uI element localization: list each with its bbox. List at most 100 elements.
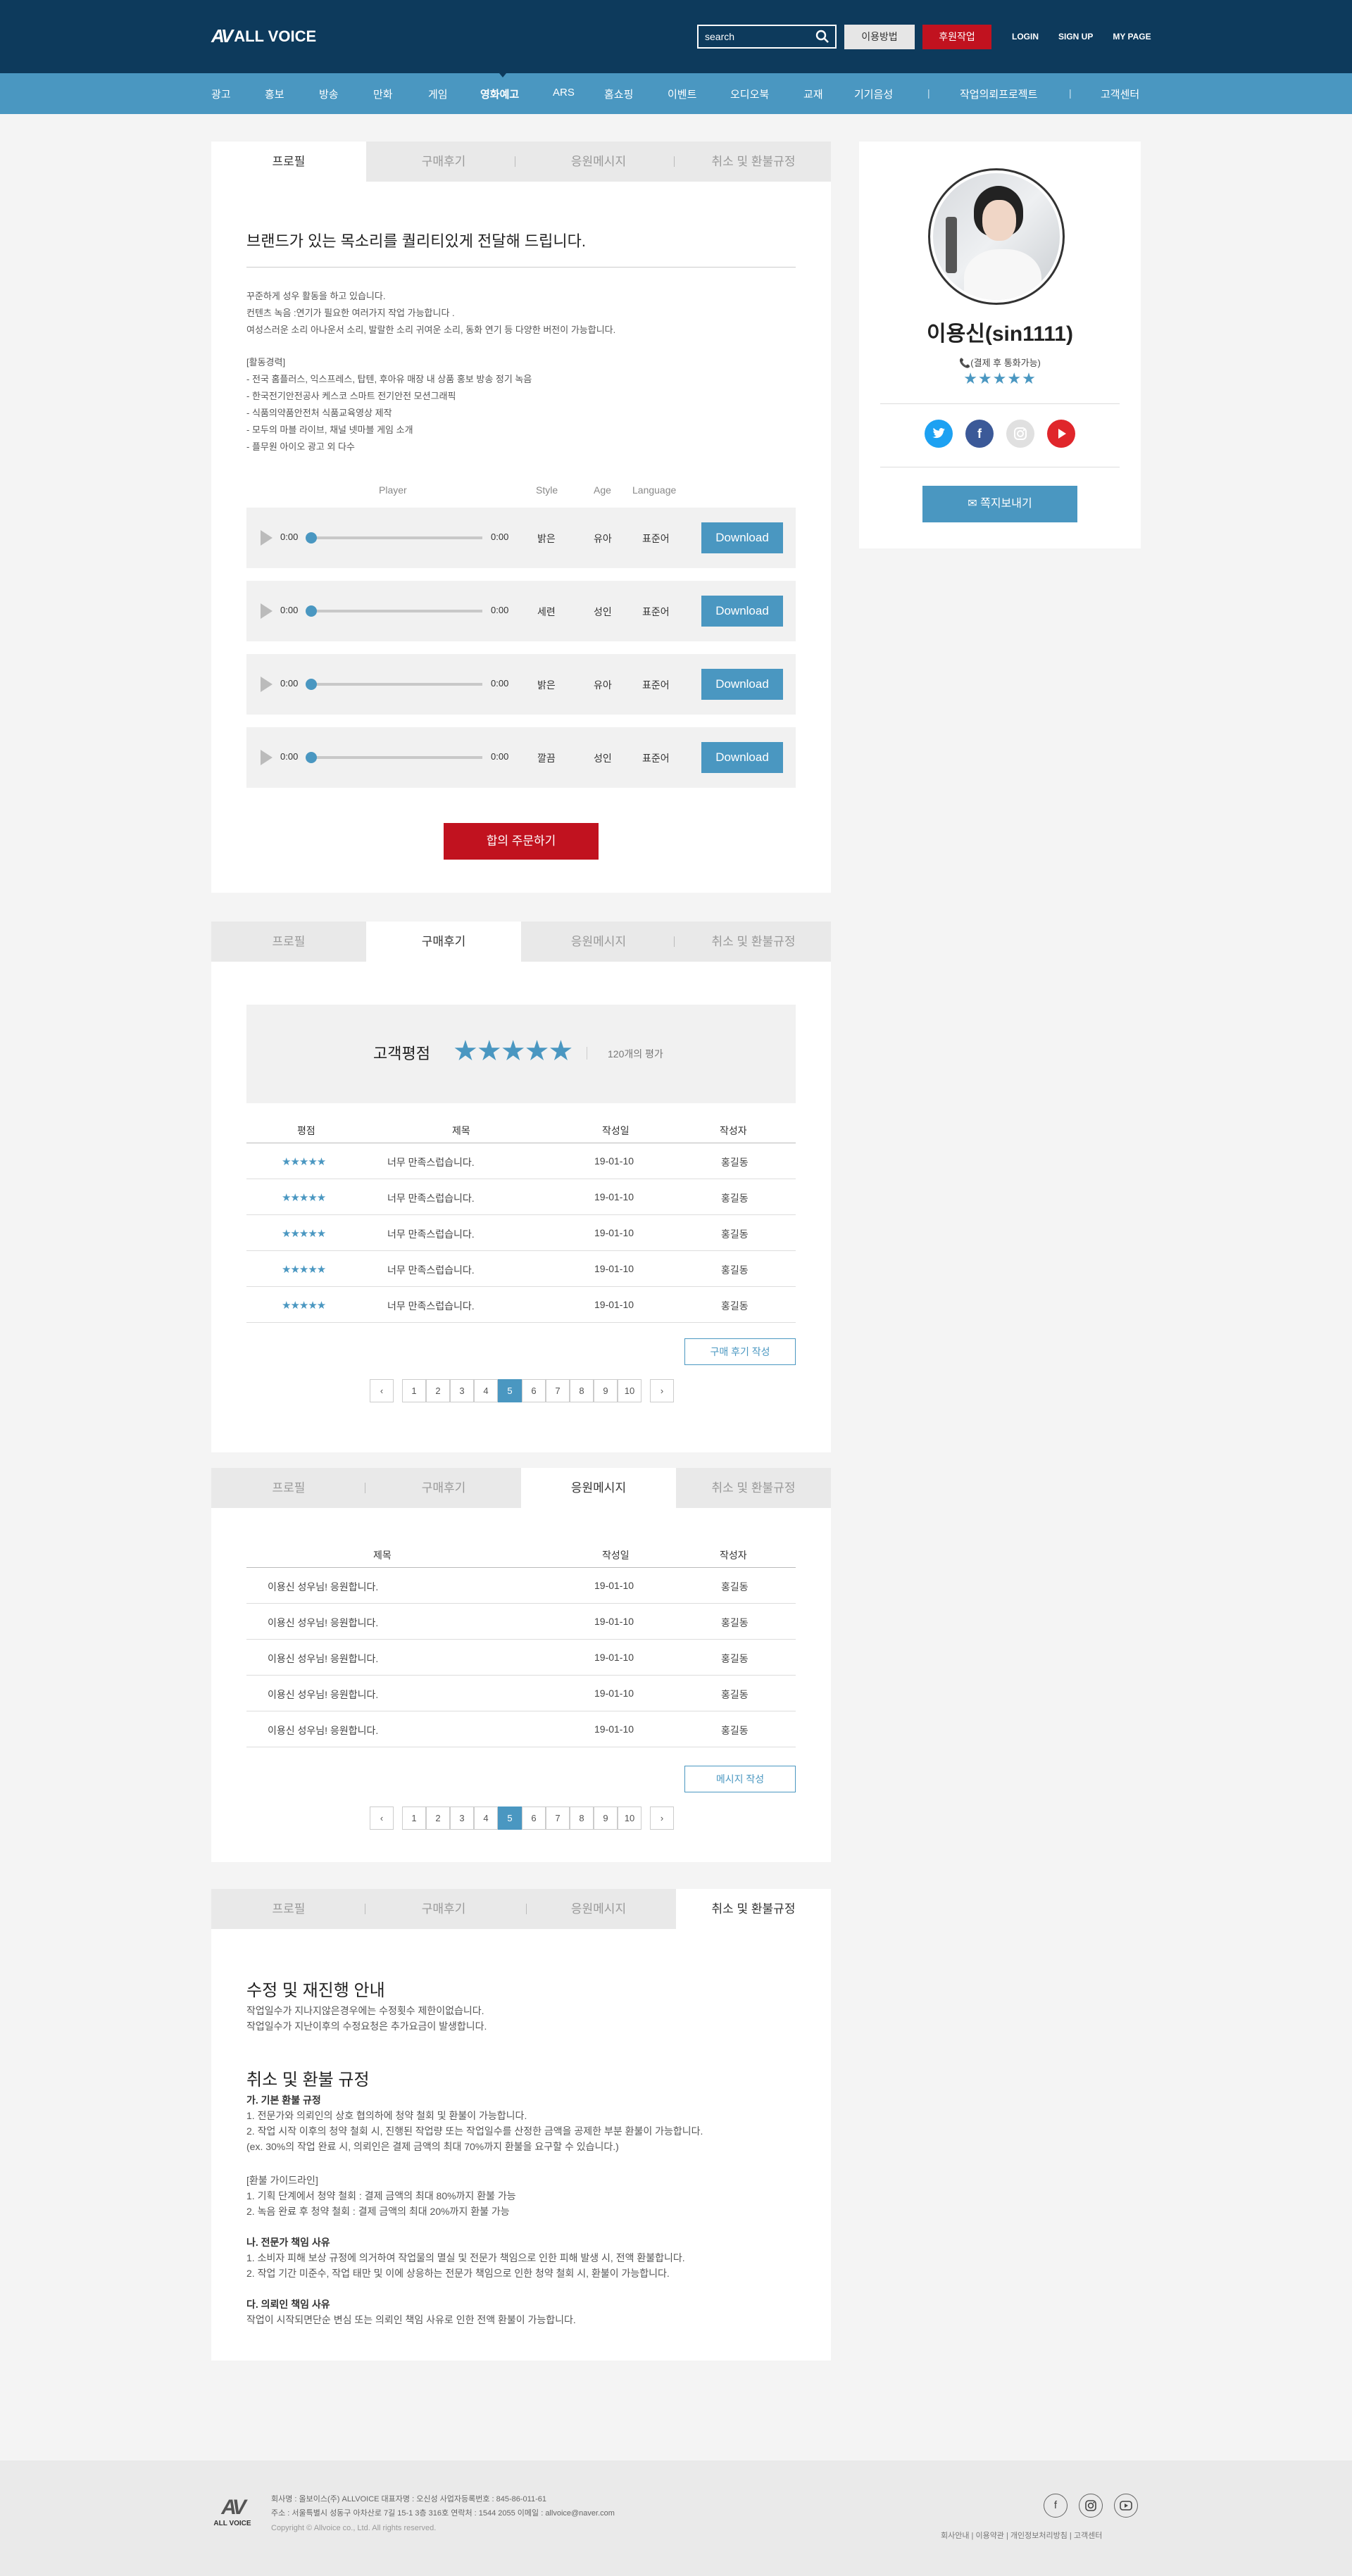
page-button[interactable]: 2 [426,1807,450,1830]
tab-profile[interactable]: 프로필 [211,1889,366,1929]
page-button[interactable]: 3 [450,1807,474,1830]
send-message-button[interactable]: ✉ 쪽지보내기 [922,486,1077,522]
how-to-button[interactable]: 이용방법 [844,25,915,49]
twitter-icon[interactable] [925,420,953,448]
page-button-current[interactable]: 5 [498,1807,522,1830]
row-title[interactable]: 이용신 성우님! 응원합니다. [268,1580,378,1594]
table-row[interactable]: 이용신 성우님! 응원합니다. 19-01-10 홍길동 [246,1711,796,1747]
play-icon[interactable] [261,603,273,619]
seek-bar[interactable] [310,683,482,686]
next-page-button[interactable]: › [650,1807,674,1830]
row-title[interactable]: 너무 만족스럽습니다. [387,1227,475,1241]
order-button[interactable]: 합의 주문하기 [444,823,599,860]
page-button[interactable]: 2 [426,1379,450,1402]
row-title[interactable]: 너무 만족스럽습니다. [387,1263,475,1277]
play-icon[interactable] [261,530,273,546]
nav-item[interactable]: 이벤트 [668,87,696,101]
page-button[interactable]: 4 [474,1807,498,1830]
facebook-icon[interactable]: f [965,420,994,448]
page-button[interactable]: 9 [594,1379,618,1402]
logo[interactable]: AV ALL VOICE [211,25,316,47]
table-row[interactable]: ★★★★★ 너무 만족스럽습니다. 19-01-10 홍길동 [246,1287,796,1323]
row-title[interactable]: 너무 만족스럽습니다. [387,1155,475,1169]
nav-item[interactable]: 작업의뢰프로젝트 [960,87,1037,101]
row-title[interactable]: 너무 만족스럽습니다. [387,1191,475,1205]
page-button[interactable]: 8 [570,1807,594,1830]
tab-reviews[interactable]: 구매후기 [366,1889,521,1929]
row-title[interactable]: 이용신 성우님! 응원합니다. [268,1616,378,1630]
seek-bar[interactable] [310,610,482,612]
search-input[interactable]: search [697,25,837,49]
tab-cheers[interactable]: 응원메시지 [521,142,676,182]
page-button[interactable]: 4 [474,1379,498,1402]
download-button[interactable]: Download [701,596,783,627]
seek-bar[interactable] [310,756,482,759]
nav-item-active[interactable]: 영화예고 [480,87,519,101]
seek-handle[interactable] [306,679,317,690]
mypage-link[interactable]: MY PAGE [1113,32,1151,42]
youtube-icon[interactable] [1047,420,1075,448]
write-message-button[interactable]: 메시지 작성 [684,1766,796,1792]
table-row[interactable]: 이용신 성우님! 응원합니다. 19-01-10 홍길동 [246,1568,796,1604]
row-title[interactable]: 이용신 성우님! 응원합니다. [268,1652,378,1666]
page-button-current[interactable]: 5 [498,1379,522,1402]
page-button[interactable]: 10 [618,1379,641,1402]
row-title[interactable]: 이용신 성우님! 응원합니다. [268,1723,378,1738]
prev-page-button[interactable]: ‹ [370,1379,394,1402]
nav-item[interactable]: 만화 [373,87,393,101]
row-title[interactable]: 너무 만족스럽습니다. [387,1299,475,1313]
page-button[interactable]: 3 [450,1379,474,1402]
seek-bar[interactable] [310,536,482,539]
seek-handle[interactable] [306,532,317,544]
tab-profile[interactable]: 프로필 [211,142,366,182]
tab-cheers[interactable]: 응원메시지 [521,1468,676,1508]
nav-item[interactable]: 광고 [211,87,231,101]
table-row[interactable]: 이용신 성우님! 응원합니다. 19-01-10 홍길동 [246,1604,796,1640]
tab-profile[interactable]: 프로필 [211,1468,366,1508]
page-button[interactable]: 1 [402,1807,426,1830]
tab-reviews[interactable]: 구매후기 [366,142,521,182]
search-icon[interactable] [815,30,830,44]
page-button[interactable]: 7 [546,1807,570,1830]
page-button[interactable]: 7 [546,1379,570,1402]
facebook-icon[interactable]: f [1044,2494,1068,2518]
nav-item[interactable]: 교재 [803,87,823,101]
nav-item[interactable]: 게임 [428,87,448,101]
tab-reviews[interactable]: 구매후기 [366,1468,521,1508]
page-button[interactable]: 1 [402,1379,426,1402]
page-button[interactable]: 6 [522,1379,546,1402]
nav-item[interactable]: 오디오북 [730,87,769,101]
nav-item[interactable]: 기기음성 [854,87,893,101]
tab-cheers[interactable]: 응원메시지 [521,922,676,962]
tab-reviews[interactable]: 구매후기 [366,922,521,962]
youtube-icon[interactable] [1114,2494,1138,2518]
page-button[interactable]: 9 [594,1807,618,1830]
instagram-icon[interactable] [1079,2494,1103,2518]
page-button[interactable]: 10 [618,1807,641,1830]
table-row[interactable]: ★★★★★ 너무 만족스럽습니다. 19-01-10 홍길동 [246,1143,796,1179]
login-link[interactable]: LOGIN [1012,32,1039,42]
tab-refund[interactable]: 취소 및 환불규정 [676,142,831,182]
download-button[interactable]: Download [701,669,783,700]
table-row[interactable]: 이용신 성우님! 응원합니다. 19-01-10 홍길동 [246,1676,796,1711]
instagram-icon[interactable] [1006,420,1034,448]
table-row[interactable]: ★★★★★ 너무 만족스럽습니다. 19-01-10 홍길동 [246,1251,796,1287]
play-icon[interactable] [261,750,273,765]
seek-handle[interactable] [306,605,317,617]
nav-item[interactable]: 고객센터 [1101,87,1139,101]
nav-item[interactable]: 홍보 [265,87,284,101]
nav-item[interactable]: 방송 [319,87,339,101]
nav-item[interactable]: 홈쇼핑 [604,87,633,101]
tab-profile[interactable]: 프로필 [211,922,366,962]
tab-cheers[interactable]: 응원메시지 [521,1889,676,1929]
tab-refund[interactable]: 취소 및 환불규정 [676,1889,831,1929]
prev-page-button[interactable]: ‹ [370,1807,394,1830]
next-page-button[interactable]: › [650,1379,674,1402]
page-button[interactable]: 6 [522,1807,546,1830]
row-title[interactable]: 이용신 성우님! 응원합니다. [268,1688,378,1702]
table-row[interactable]: ★★★★★ 너무 만족스럽습니다. 19-01-10 홍길동 [246,1215,796,1251]
seek-handle[interactable] [306,752,317,763]
footer-links[interactable]: 회사안내 | 이용약관 | 개인정보처리방침 | 고객센터 [941,2530,1102,2541]
play-icon[interactable] [261,677,273,692]
write-review-button[interactable]: 구매 후기 작성 [684,1338,796,1365]
